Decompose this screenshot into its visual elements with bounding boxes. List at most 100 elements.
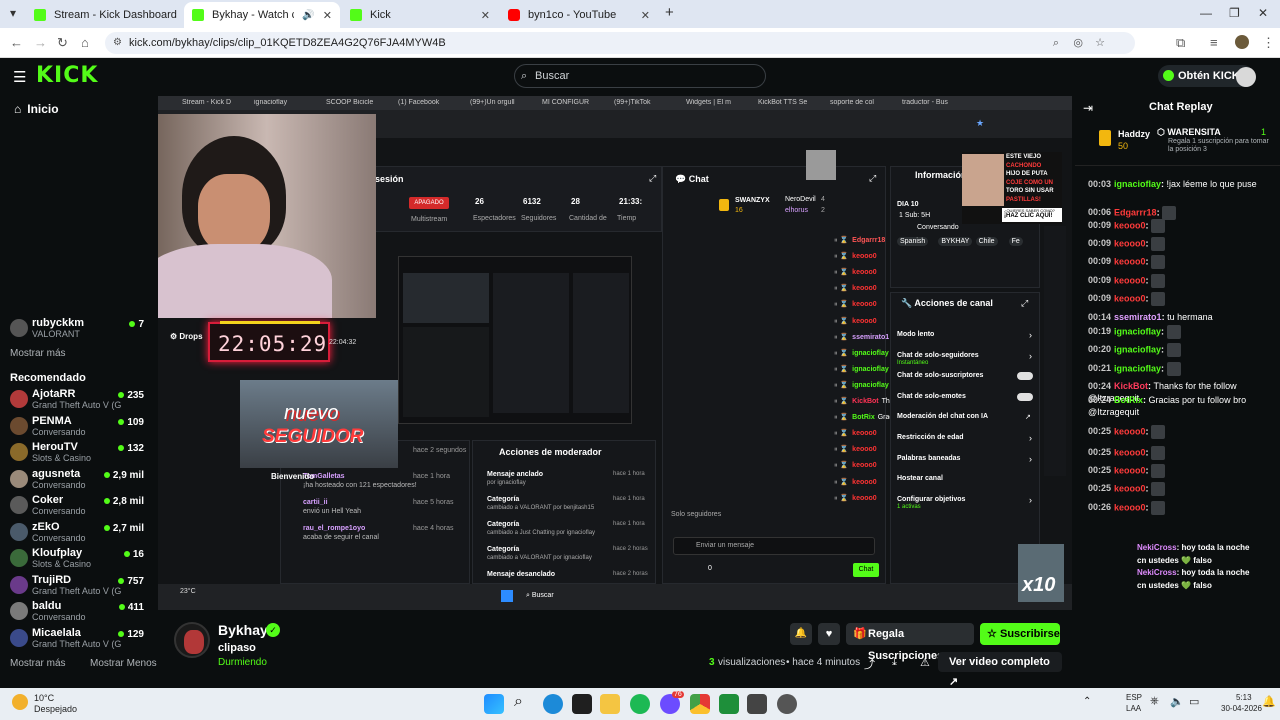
follow-heart-icon[interactable]: ♥ [818,623,840,645]
overlay-line: cn ustedes 💚 falso [1137,555,1279,567]
viewer-count: 132 [118,443,144,454]
ad-face [962,154,1004,206]
chrome-icon[interactable] [690,694,710,714]
banner-line: TORO SIN USAR [1006,188,1054,194]
tray-chevron-icon[interactable]: ⌃ [1083,696,1091,707]
app-icon[interactable] [747,694,767,714]
alert-line1: nuevo [284,402,339,424]
start-icon[interactable] [484,694,504,714]
address-bar[interactable]: ⚙ kick.com/bykhay/clips/clip_01KQETD8ZEA… [105,32,1135,54]
back-icon[interactable]: ← [10,35,23,50]
battery-icon[interactable]: ▭ [1189,695,1199,708]
sidebar-channel[interactable]: agusneta Conversando 2,9 mil [10,468,156,494]
close-tab-icon[interactable]: ✕ [641,9,650,22]
site-info-icon[interactable]: ⚙ [113,32,122,54]
profile-avatar[interactable] [1235,35,1249,49]
chat-message: 00:09 keooo0: [1088,274,1278,288]
zoom-icon[interactable]: ⌕ [1053,32,1059,54]
pinned-leaderboard: Haddzy 50 ⬡ WARENSITA 1 Regala 1 suscrip… [1075,124,1280,166]
sidebar-item-followed[interactable]: rubyckkm VALORANT 7 [10,317,156,343]
emote-icon [1151,219,1166,233]
mod-action-icon: ⏸ ⌛ [834,365,849,373]
gift-subs-button[interactable]: 🎁 Regala Suscripciones [846,623,974,662]
clock-time[interactable]: 5:13 [1236,693,1252,702]
banner-line: ESTE VIEJO [1006,154,1042,160]
subscribe-button[interactable]: ☆ Suscribirse [980,623,1060,645]
chat-replay-panel: ⇥ Chat Replay Haddzy 50 ⬡ WARENSITA 1 Re… [1075,96,1280,688]
speaker-icon[interactable]: 🔊 [302,10,314,21]
report-icon[interactable]: ⚠ [920,656,930,669]
toggle-switch [1017,392,1033,401]
taskbar-search-icon[interactable]: ⌕ [514,693,523,711]
file-explorer-icon[interactable] [600,694,620,714]
forward-icon[interactable]: → [34,35,47,50]
sidebar-channel[interactable]: PENMA Conversando 109 [10,415,156,441]
sidebar-channel[interactable]: HerouTV Slots & Casino 132 [10,441,156,467]
sidebar-channel[interactable]: Coker Conversando 2,8 mil [10,494,156,520]
show-more-link[interactable]: Mostrar más [10,658,66,669]
sidebar-channel[interactable]: AjotaRR Grand Theft Auto V (G... 235 [10,388,156,414]
xbox-icon[interactable] [719,694,739,714]
avatar [10,416,28,435]
reload-icon[interactable]: ↻ [57,35,68,51]
mod-item-time: hace 2 horas [613,546,648,552]
channel-avatar[interactable] [174,622,210,658]
close-window-icon[interactable]: ✕ [1258,6,1268,20]
nested-panel [573,273,629,413]
sidebar-channel[interactable]: Kloufplay Slots & Casino 16 [10,547,156,573]
banner-line: PASTILLAS! [1006,196,1041,203]
browser-tab-0[interactable]: Stream - Kick Dashboard ✕ [26,2,186,28]
media-control-icon[interactable]: ≡ [1210,35,1218,50]
share-icon[interactable]: ⤴ [864,656,875,672]
edge-icon[interactable] [543,694,563,714]
chat-message: 00:06 Edgarrr18: [1088,206,1278,220]
collapse-chat-icon[interactable]: ⇥ [1083,101,1093,115]
bookmark-star-icon[interactable]: ☆ [1095,32,1105,54]
browser-menu-icon[interactable]: ⋮ [1262,35,1275,51]
search-input[interactable]: ⌕ Buscar [514,64,766,88]
mod-item-time: hace 2 horas [613,571,648,577]
task-view-icon[interactable] [572,694,592,714]
menu-icon[interactable]: ☰ [13,68,26,86]
sidebar-channel[interactable]: Micaelala Grand Theft Auto V (G... 129 [10,627,156,653]
obs-icon[interactable] [777,694,797,714]
message-time: 00:19 [1088,326,1112,337]
new-tab-icon[interactable]: + [665,4,674,21]
extensions-icon[interactable]: ⧉ [1176,35,1185,51]
maximize-icon[interactable]: ❐ [1229,6,1240,20]
sidebar-channel[interactable]: zEkO Conversando 2,7 mil [10,521,156,547]
tab-list-icon[interactable]: ▾ [10,6,16,20]
chat-message: 00:26 keooo0: [1088,501,1278,515]
close-tab-icon[interactable]: ✕ [323,9,332,22]
message-username: keooo0 [1114,447,1146,458]
show-more-link[interactable]: Mostrar más [10,348,66,359]
input-language[interactable]: ESP [1126,693,1142,702]
full-video-button[interactable]: Ver video completo ↗ [938,652,1062,688]
inner-chat-row: ⏸ ⌛ keooo0 [834,445,880,454]
spotify-icon[interactable] [630,694,650,714]
notification-badge: 76 [672,691,684,698]
kick-logo[interactable]: KICK [36,63,98,88]
channel-name[interactable]: Bykhay [218,622,268,638]
eye-off-icon[interactable]: ◎ [1073,32,1083,54]
home-icon[interactable]: ⌂ [81,35,89,50]
sidebar-channel[interactable]: TrujiRD Grand Theft Auto V (G... 757 [10,574,156,600]
browser-tab-3[interactable]: byn1co - YouTube ✕ [500,2,658,28]
minimize-icon[interactable]: — [1200,6,1212,20]
video-player[interactable]: Stream - Kick D ignacioflay SCOOP Bicicle (… [158,96,1072,610]
user-avatar[interactable] [1236,67,1256,87]
sidebar-channel[interactable]: baldu Conversando 411 [10,600,156,626]
chevron-right-icon: › [1029,433,1032,443]
download-icon[interactable]: ⤓ [892,656,897,669]
site-header: ☰ KICK ⌕ Buscar Obtén KICKs [0,58,1280,96]
volume-icon[interactable]: 🔈 [1170,695,1184,708]
network-icon[interactable]: ⎈ [1150,695,1159,708]
close-tab-icon[interactable]: ✕ [481,9,490,22]
mod-item-title: Categoría [487,496,520,503]
browser-tab-2[interactable]: Kick ✕ [342,2,498,28]
notifications-bell-icon[interactable]: 🔔 [790,623,812,645]
sidebar-item-home[interactable]: ⌂ Inicio [14,102,59,116]
show-less-link[interactable]: Mostrar Menos [90,658,157,669]
browser-tab-1[interactable]: Bykhay - Watch clips on Kick 🔊 ✕ [184,2,340,28]
notifications-icon[interactable]: 🔔 [1262,695,1276,708]
